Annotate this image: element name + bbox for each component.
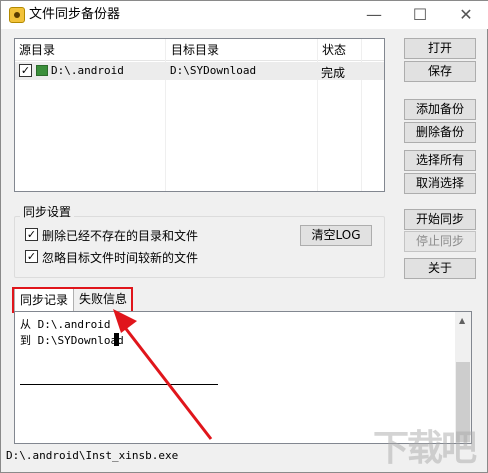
column-status[interactable]: 状态 [318,39,378,61]
open-button[interactable]: 打开 [404,38,476,59]
delete-backup-button[interactable]: 删除备份 [404,122,476,143]
stop-sync-button: 停止同步 [404,231,476,252]
title-bar: 文件同步备份器 — ☐ ✕ [1,1,488,29]
watermark-logo: 下载吧 [373,428,477,469]
backup-list[interactable]: 源目录 目标目录 状态 ✓ D:\.android D:\SYDownload … [14,38,385,192]
select-all-button[interactable]: 选择所有 [404,150,476,171]
delete-missing-checkbox[interactable]: ✓ [25,228,38,241]
delete-missing-label[interactable]: 删除已经不存在的目录和文件 [42,227,198,244]
ignore-newer-label[interactable]: 忽略目标文件时间较新的文件 [42,249,198,266]
list-header: 源目录 目标目录 状态 [15,39,384,61]
row-status: 完成 [321,66,346,80]
log-line: 到 D:\SYDownload [20,334,124,347]
log-line: 从 D:\.android [20,318,111,331]
row-checkbox[interactable]: ✓ [19,64,32,77]
about-button[interactable]: 关于 [404,258,476,279]
window-title: 文件同步备份器 [29,7,121,22]
folder-icon [36,65,48,76]
list-row[interactable]: ✓ D:\.android D:\SYDownload 完成 [15,62,384,80]
ignore-newer-checkbox[interactable]: ✓ [25,250,38,263]
add-backup-button[interactable]: 添加备份 [404,99,476,120]
start-sync-button[interactable]: 开始同步 [404,209,476,230]
row-source: D:\.android [51,64,124,77]
save-button[interactable]: 保存 [404,61,476,82]
minimize-icon[interactable]: — [351,1,397,29]
scroll-up-icon[interactable]: ▲ [459,316,465,325]
app-icon [9,7,25,23]
column-source[interactable]: 源目录 [15,39,165,61]
app-window: 文件同步备份器 — ☐ ✕ 源目录 目标目录 状态 ✓ D:\.android … [0,0,488,473]
annotation-arrow [113,309,213,440]
cancel-select-button[interactable]: 取消选择 [404,173,476,194]
close-icon[interactable]: ✕ [443,1,488,29]
clear-log-button[interactable]: 清空LOG [300,225,372,246]
sync-settings-label: 同步设置 [20,203,75,220]
row-target: D:\SYDownload [170,64,257,77]
column-target[interactable]: 目标目录 [167,39,317,61]
maximize-icon[interactable]: ☐ [397,1,443,29]
